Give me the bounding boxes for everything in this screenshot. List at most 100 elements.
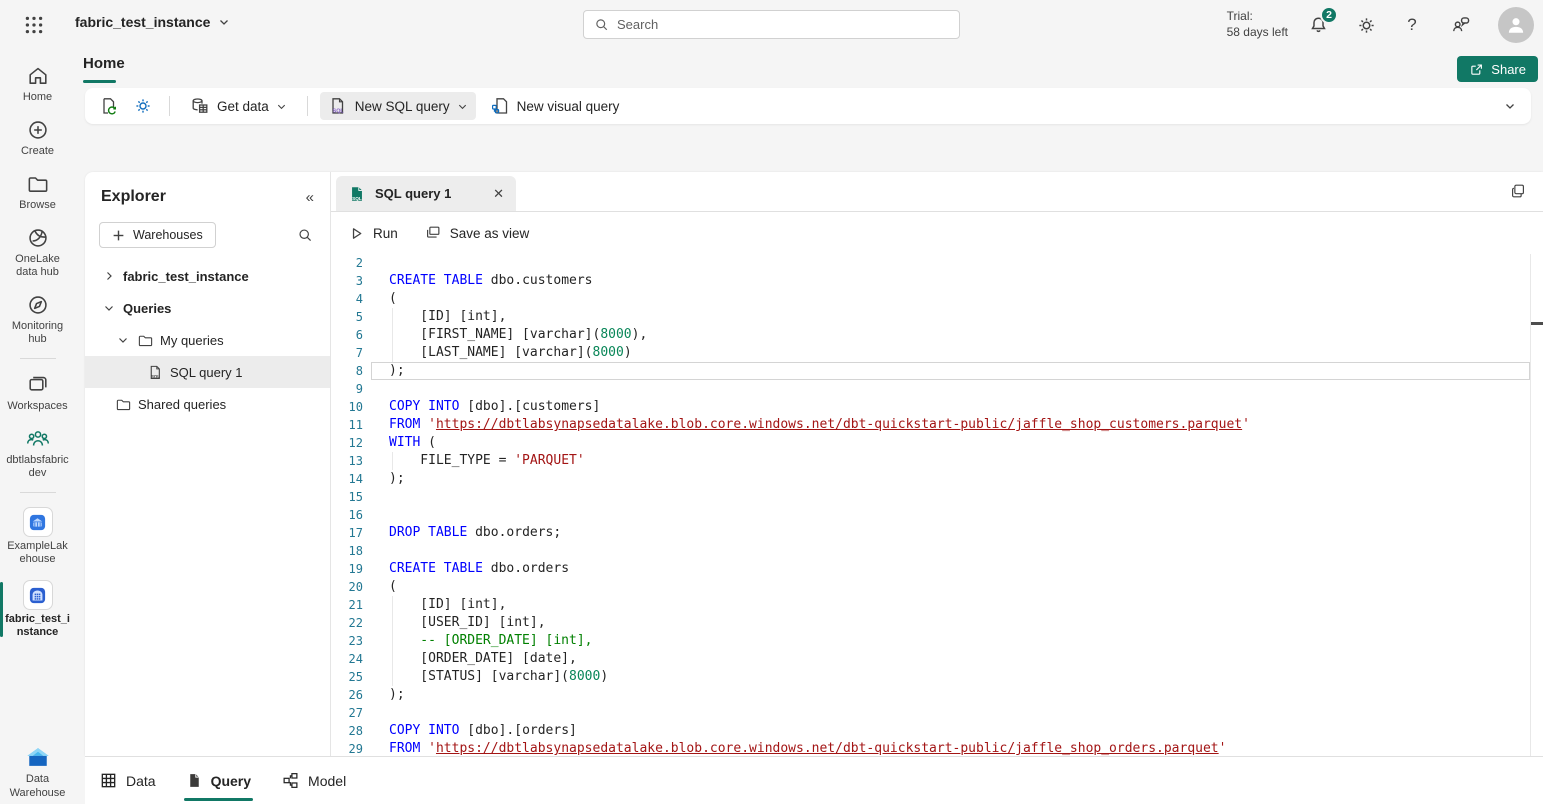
- code-line-22[interactable]: 22 [USER_ID] [int],: [331, 614, 1530, 632]
- global-search[interactable]: [583, 10, 960, 39]
- sidebar-item-onelake-data-hub[interactable]: OneLake data hub: [0, 226, 75, 279]
- line-number: 6: [331, 326, 371, 344]
- code-text: (: [371, 578, 1530, 596]
- app-launcher-icon[interactable]: [22, 13, 46, 37]
- code-line-3[interactable]: 3CREATE TABLE dbo.customers: [331, 272, 1530, 290]
- code-line-14[interactable]: 14);: [331, 470, 1530, 488]
- feedback-icon[interactable]: [1449, 13, 1473, 37]
- code-line-16[interactable]: 16: [331, 506, 1530, 524]
- view-tab-data[interactable]: Data: [97, 757, 158, 804]
- editor-scrollbar[interactable]: [1530, 254, 1543, 756]
- workspace-selector[interactable]: fabric_test_instance: [75, 14, 230, 30]
- chevron-down-icon: [218, 16, 230, 28]
- line-number: 24: [331, 650, 371, 668]
- warehouse-icon: [23, 580, 53, 610]
- share-button[interactable]: Share: [1457, 56, 1538, 82]
- line-number: 23: [331, 632, 371, 650]
- sidebar-item-dbtlabsfabricdev[interactable]: dbtlabsfabricdev: [0, 427, 75, 480]
- save-as-view-button[interactable]: Save as view: [424, 224, 530, 242]
- scrollbar-cursor-mark: [1531, 322, 1543, 325]
- code-line-13[interactable]: 13 FILE_TYPE = 'PARQUET': [331, 452, 1530, 470]
- ribbon: Home Share: [0, 50, 1543, 128]
- code-line-20[interactable]: 20(: [331, 578, 1530, 596]
- sqlfile-icon: SQL: [147, 364, 164, 381]
- default-dataset-banner: i A default Power BI dataset for faster …: [0, 128, 1543, 172]
- code-line-15[interactable]: 15: [331, 488, 1530, 506]
- collapse-panel-icon[interactable]: «: [306, 189, 314, 206]
- new-sql-query-button[interactable]: SQL New SQL query: [320, 92, 476, 120]
- code-line-29[interactable]: 29FROM 'https://dbtlabsynapsedatalake.bl…: [331, 740, 1530, 756]
- tree-item-sql-query-1[interactable]: SQLSQL query 1: [85, 356, 330, 388]
- explorer-search-icon[interactable]: [294, 224, 316, 246]
- code-line-9[interactable]: 9: [331, 380, 1530, 398]
- code-text: FILE_TYPE = 'PARQUET': [371, 452, 1530, 470]
- sql-code-area[interactable]: 23CREATE TABLE dbo.customers4(5 [ID] [in…: [331, 254, 1543, 756]
- workspaces-icon: [26, 373, 50, 397]
- code-text: CREATE TABLE dbo.orders: [371, 560, 1530, 578]
- code-line-19[interactable]: 19CREATE TABLE dbo.orders: [331, 560, 1530, 578]
- line-number: 12: [331, 434, 371, 452]
- home-icon: [26, 64, 50, 88]
- get-data-icon: [190, 96, 210, 116]
- view-tab-query[interactable]: Query: [184, 757, 253, 804]
- close-tab-icon[interactable]: ✕: [493, 186, 504, 202]
- code-line-12[interactable]: 12WITH (: [331, 434, 1530, 452]
- query-settings-gear-icon[interactable]: [129, 92, 157, 120]
- settings-gear-icon[interactable]: [1354, 13, 1378, 37]
- tab-home[interactable]: Home: [83, 55, 125, 72]
- trial-status: Trial: 58 days left: [1227, 8, 1288, 40]
- code-line-10[interactable]: 10COPY INTO [dbo].[customers]: [331, 398, 1530, 416]
- sidebar-item-fabric-test-instance[interactable]: fabric_test_instance: [0, 580, 75, 639]
- notifications-bell-icon[interactable]: 2: [1306, 13, 1330, 37]
- add-warehouses-button[interactable]: Warehouses: [99, 222, 216, 248]
- code-line-21[interactable]: 21 [ID] [int],: [331, 596, 1530, 614]
- code-line-6[interactable]: 6 [FIRST_NAME] [varchar](8000),: [331, 326, 1530, 344]
- code-line-7[interactable]: 7 [LAST_NAME] [varchar](8000): [331, 344, 1530, 362]
- code-line-8[interactable]: 8);: [331, 362, 1530, 380]
- run-button[interactable]: Run: [348, 225, 398, 242]
- code-text: DROP TABLE dbo.orders;: [371, 524, 1530, 542]
- sidebar-item-create[interactable]: Create: [0, 118, 75, 158]
- code-line-28[interactable]: 28COPY INTO [dbo].[orders]: [331, 722, 1530, 740]
- code-line-27[interactable]: 27: [331, 704, 1530, 722]
- help-icon[interactable]: ?: [1400, 13, 1424, 37]
- sidebar-item-examplelakehouse[interactable]: ExampleLakehouse: [0, 507, 75, 566]
- tree-item-my-queries[interactable]: My queries: [85, 324, 330, 356]
- code-text: [371, 254, 1530, 272]
- chevron-down-icon[interactable]: [115, 334, 131, 346]
- copy-icon[interactable]: [1507, 180, 1529, 202]
- get-data-button[interactable]: Get data: [182, 92, 295, 120]
- sidebar-item-home[interactable]: Home: [0, 64, 75, 104]
- code-line-2[interactable]: 2: [331, 254, 1530, 272]
- sidebar-item-browse[interactable]: Browse: [0, 172, 75, 212]
- query-tab[interactable]: SQL SQL query 1 ✕: [336, 176, 516, 211]
- sidebar-item-workspaces[interactable]: Workspaces: [0, 373, 75, 413]
- tree-item-queries[interactable]: Queries: [85, 292, 330, 324]
- code-line-17[interactable]: 17DROP TABLE dbo.orders;: [331, 524, 1530, 542]
- code-line-26[interactable]: 26);: [331, 686, 1530, 704]
- code-line-23[interactable]: 23 -- [ORDER_DATE] [int],: [331, 632, 1530, 650]
- search-input[interactable]: [617, 17, 949, 32]
- code-line-25[interactable]: 25 [STATUS] [varchar](8000): [331, 668, 1530, 686]
- line-number: 21: [331, 596, 371, 614]
- code-text: [FIRST_NAME] [varchar](8000),: [371, 326, 1530, 344]
- view-tab-model[interactable]: Model: [279, 757, 348, 804]
- code-line-5[interactable]: 5 [ID] [int],: [331, 308, 1530, 326]
- toolbar-collapse-chevron-icon[interactable]: [1499, 100, 1521, 112]
- sidebar-item-data-warehouse[interactable]: Data Warehouse: [0, 745, 75, 800]
- account-avatar[interactable]: [1498, 7, 1534, 43]
- code-line-24[interactable]: 24 [ORDER_DATE] [date],: [331, 650, 1530, 668]
- sidebar-item-label: Home: [23, 91, 52, 104]
- tree-item-fabric-test-instance[interactable]: fabric_test_instance: [85, 260, 330, 292]
- new-visual-query-button[interactable]: New visual query: [482, 92, 628, 120]
- line-number: 10: [331, 398, 371, 416]
- code-line-18[interactable]: 18: [331, 542, 1530, 560]
- code-line-11[interactable]: 11FROM 'https://dbtlabsynapsedatalake.bl…: [331, 416, 1530, 434]
- left-nav-rail: Home Create Browse OneLake data hub Monitori…: [0, 50, 75, 804]
- chevron-right-icon[interactable]: [101, 270, 117, 282]
- sidebar-item-monitoring-hub[interactable]: Monitoring hub: [0, 293, 75, 346]
- chevron-down-icon[interactable]: [101, 302, 117, 314]
- refresh-dataset-icon[interactable]: [95, 92, 123, 120]
- tree-item-shared-queries[interactable]: Shared queries: [85, 388, 330, 420]
- code-line-4[interactable]: 4(: [331, 290, 1530, 308]
